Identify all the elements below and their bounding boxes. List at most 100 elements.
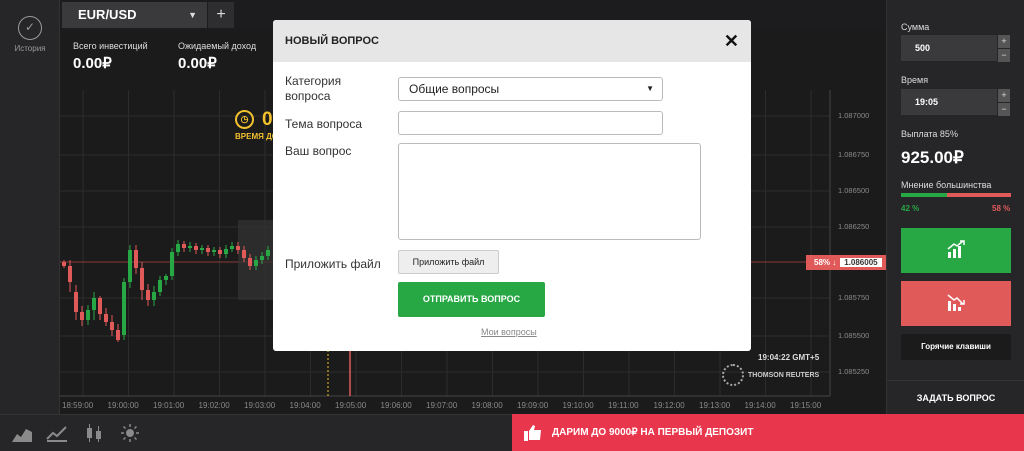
candle-body [224,249,228,254]
time-tick-label: 19:03:00 [244,401,276,410]
majority-bar [901,193,1011,197]
area-chart-icon[interactable] [11,423,33,443]
candle-body [116,330,120,340]
time-tick-label: 19:07:00 [426,401,458,410]
candle-body [110,322,114,330]
category-value: Общие вопросы [409,82,500,96]
down-percent: 58 % [992,204,1011,213]
candle-body [164,276,168,280]
up-percent: 42 % [901,204,920,213]
time-tick-label: 19:12:00 [653,401,685,410]
add-tab-button[interactable]: + [208,2,234,28]
candle-body [176,244,180,252]
candle-body [230,246,234,249]
candle-body [158,280,162,292]
attach-file-button[interactable]: Приложить файл [398,250,499,274]
ask-question-button[interactable]: ЗАДАТЬ ВОПРОС [887,380,1024,414]
deposit-promo-banner[interactable]: ДАРИМ ДО 9000₽ НА ПЕРВЫЙ ДЕПОЗИТ [512,414,1024,451]
price-tick-label: 1.085500 [838,331,870,340]
time-tick-label: 19:06:00 [380,401,412,410]
call-up-button[interactable] [901,228,1011,273]
chart-down-icon [947,294,965,311]
amount-plus-button[interactable]: + [998,35,1010,48]
time-tick-label: 19:14:00 [744,401,776,410]
close-icon[interactable]: ✕ [724,20,739,62]
price-tick-label: 1.086250 [838,222,870,231]
candle-body [140,268,144,290]
live-time: 19:04:22 GMT+5 [758,353,820,362]
invested-value: 0.00₽ [73,55,112,72]
sun-icon[interactable] [119,423,141,443]
amount-minus-button[interactable]: − [998,49,1010,62]
chevron-down-icon[interactable]: ▼ [188,2,197,28]
payout-value: 925.00₽ [901,148,964,167]
time-tick-label: 19:02:00 [198,401,230,410]
time-tick-label: 19:01:00 [153,401,185,410]
candle-body [200,248,204,250]
put-down-button[interactable] [901,281,1011,326]
candle-body [218,250,222,254]
time-tick-label: 19:04:00 [289,401,321,410]
candle-body [170,252,174,276]
question-textarea[interactable] [398,143,701,240]
candle-body [206,248,210,252]
expiry-clock: ◷ 0 ВРЕМЯ ДО [235,109,279,141]
asset-name: EUR/USD [78,7,137,22]
history-label: История [14,44,46,53]
time-tick-label: 19:05:00 [335,401,367,410]
amount-input[interactable]: 500 [901,35,997,61]
attach-label: Приложить файл [285,257,381,271]
chart-up-icon [947,240,965,258]
time-tick-label: 18:59:00 [62,401,94,410]
payout-label: Выплата 85% [901,129,958,139]
time-input[interactable]: 19:05 [901,89,997,115]
candle-body [68,266,72,282]
candle-body [92,298,96,310]
clock-label: ВРЕМЯ ДО [235,132,279,141]
time-minus-button[interactable]: − [998,103,1010,116]
time-label: Время [901,75,929,85]
candle-body [254,260,258,266]
promo-text: ДАРИМ ДО 9000₽ НА ПЕРВЫЙ ДЕПОЗИТ [552,427,754,438]
amount-label: Сумма [901,22,930,32]
time-tick-label: 19:10:00 [562,401,594,410]
time-tick-label: 19:15:00 [790,401,822,410]
category-label: Категория вопроса [285,74,342,103]
hotkeys-button[interactable]: Горячие клавиши [901,334,1011,360]
price-tick-label: 1.085750 [838,293,870,302]
my-questions-link[interactable]: Мои вопросы [481,327,537,337]
modal-title: НОВЫЙ ВОПРОС [285,35,379,47]
candle-body [104,314,108,322]
invested-label: Всего инвестиций [73,41,148,51]
topic-label: Тема вопроса [285,117,363,131]
candlestick-icon[interactable] [84,423,106,443]
topic-input[interactable] [398,111,663,135]
current-price: 1.086005 [840,258,882,267]
new-question-modal: НОВЫЙ ВОПРОС ✕ Категория вопроса Общие в… [273,20,751,351]
candle-body [236,246,240,250]
time-tick-label: 19:08:00 [471,401,503,410]
time-plus-button[interactable]: + [998,89,1010,102]
send-question-button[interactable]: ОТПРАВИТЬ ВОПРОС [398,282,545,317]
price-tick-label: 1.085250 [838,367,870,376]
check-circle-icon: ✓ [18,16,42,40]
current-tag-pct: 58% ↓ [814,258,837,267]
reuters-logo-icon [722,364,744,386]
history-button[interactable]: ✓ История [0,16,60,53]
thumbs-up-icon [524,425,541,441]
asset-tab-eurusd[interactable]: EUR/USD ▼ [62,2,207,28]
category-select[interactable]: Общие вопросы ▼ [398,77,663,101]
candle-body [188,246,192,248]
candle-body [242,250,246,258]
candle-body [260,256,264,260]
data-provider: THOMSON REUTERS [722,364,819,386]
price-tick-label: 1.087000 [838,111,870,120]
candle-body [134,250,138,268]
candle-body [86,310,90,320]
majority-label: Мнение большинства [901,180,992,190]
time-tick-label: 19:13:00 [699,401,731,410]
candle-body [152,292,156,300]
time-tick-label: 19:00:00 [107,401,139,410]
candle-body [98,298,102,314]
line-chart-icon[interactable] [46,423,68,443]
